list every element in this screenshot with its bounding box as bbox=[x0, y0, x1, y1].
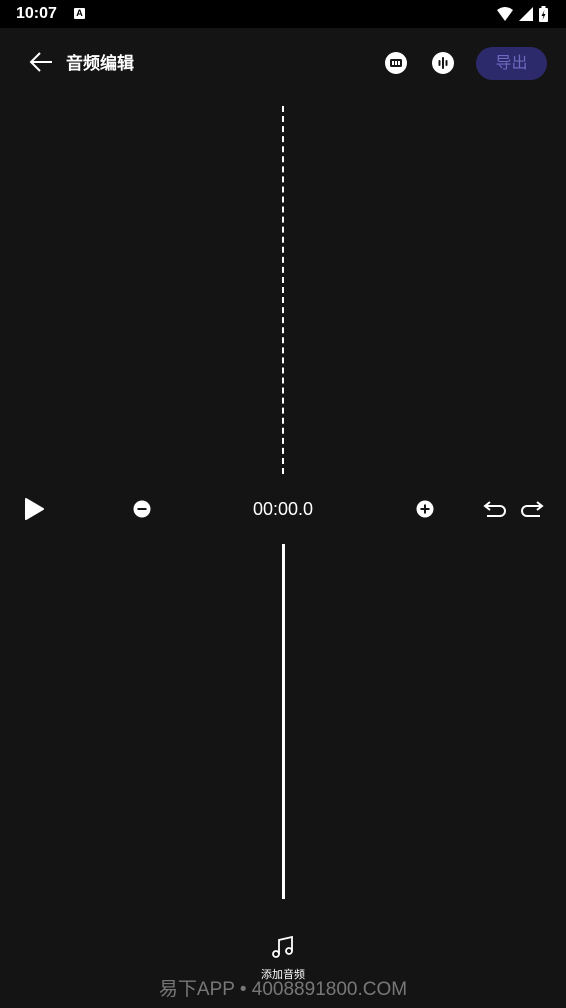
status-icons bbox=[497, 6, 548, 22]
back-button[interactable] bbox=[28, 48, 56, 76]
status-bar: 10:07 A bbox=[0, 0, 566, 28]
waveform-icon bbox=[438, 57, 448, 69]
music-note-icon bbox=[272, 935, 293, 958]
battery-icon bbox=[539, 6, 548, 22]
redo-icon[interactable] bbox=[520, 499, 544, 519]
zoom-in-icon[interactable] bbox=[416, 500, 434, 518]
time-display: 00:00.0 bbox=[252, 499, 314, 519]
timeline-cursor bbox=[282, 544, 285, 899]
page-title: 音频编辑 bbox=[66, 54, 134, 73]
caption-icon bbox=[390, 59, 402, 67]
timeline-area bbox=[0, 540, 566, 900]
app-header: 音频编辑 导出 bbox=[0, 28, 566, 96]
preview-area bbox=[0, 96, 566, 486]
status-time: 10:07 bbox=[16, 5, 57, 22]
undo-icon[interactable] bbox=[483, 499, 507, 519]
caption-button[interactable] bbox=[385, 52, 407, 74]
playback-controls: 00:00.0 bbox=[0, 490, 566, 530]
waveform-button[interactable] bbox=[432, 52, 454, 74]
wifi-icon bbox=[497, 7, 513, 21]
back-arrow-icon bbox=[29, 52, 52, 72]
playhead-guide bbox=[282, 106, 284, 474]
notification-icon: A bbox=[74, 8, 85, 19]
export-button[interactable]: 导出 bbox=[476, 47, 547, 80]
signal-icon bbox=[519, 7, 533, 21]
watermark: 易下APP • 4008891800.COM bbox=[158, 979, 408, 1000]
